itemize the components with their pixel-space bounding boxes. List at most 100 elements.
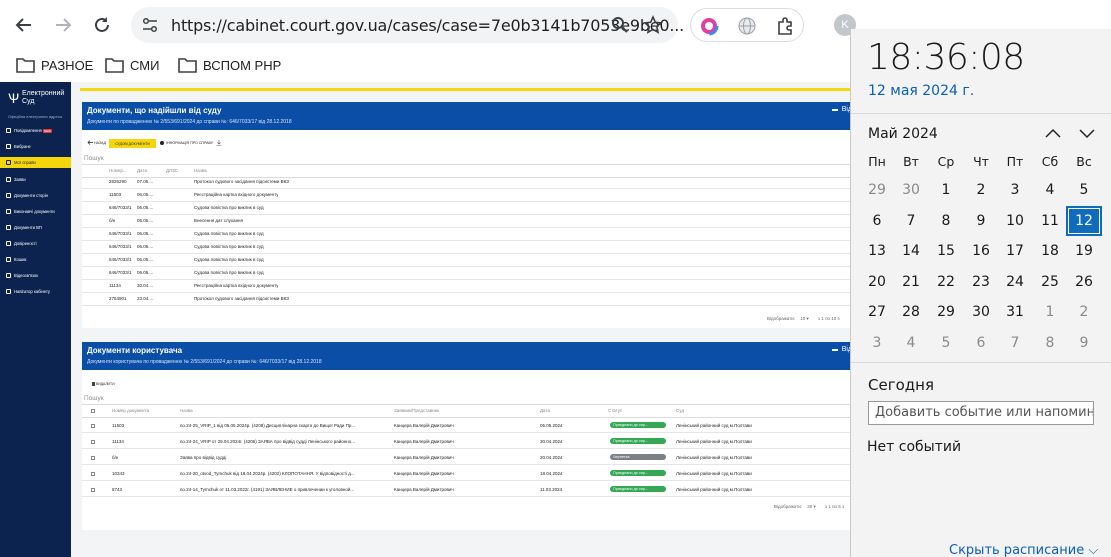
calendar-day[interactable]: 30 [894,176,928,204]
calendar-day[interactable]: 21 [894,268,928,296]
calendar-day[interactable]: 5 [929,329,963,357]
sidebar-item-notifications[interactable]: Повідомлення NEW [0,125,71,136]
table-row[interactable]: 2826290 07.05.... Протокол судового засіда… [82,179,852,189]
table-row[interactable]: 646/7033/1 06.05.... Судова повістка про в… [82,231,852,241]
url-text[interactable]: https://cabinet.court.gov.ua/cases/case=… [171,16,684,35]
calendar-day[interactable]: 1 [1033,298,1067,326]
calendar-day[interactable]: 20 [860,268,894,296]
calendar-day[interactable]: 7 [894,207,928,235]
calendar-day[interactable]: 17 [998,237,1032,265]
site-settings-icon[interactable] [142,17,158,33]
table-row[interactable]: б/н Заява про відвід судді Канцера Валерій… [82,454,852,465]
calendar-day[interactable]: 12 [1066,205,1102,236]
calendar-day[interactable]: 16 [964,237,998,265]
calendar-day[interactable]: 22 [929,268,963,296]
calendar-day[interactable]: 4 [1033,176,1067,204]
reload-button[interactable] [89,12,115,38]
download-icon[interactable] [216,140,222,146]
calendar-day[interactable]: 6 [860,207,894,235]
table-row[interactable]: 11503 по.24-25_VRIP_1 від 05.05.2024р. (4… [82,422,852,433]
sidebar-item-wallet[interactable]: Кошик [0,254,71,265]
search-input[interactable]: Пошук [84,395,104,402]
court-documents-button[interactable]: СУДОВІ ДОКУМЕНТИ [109,139,156,148]
calendar-day[interactable]: 31 [998,298,1032,326]
calendar-day[interactable]: 7 [998,329,1032,357]
calendar-day[interactable]: 26 [1067,268,1101,296]
table-row[interactable]: 646/7033/1 06.05.... Судова повістка про в… [82,244,852,254]
calendar-day[interactable]: 28 [894,298,928,326]
forward-button[interactable] [50,12,76,38]
bookmark-folder-vspom[interactable]: ВСПОМ РНР [178,57,281,73]
sidebar-item-navigator[interactable]: Навігатор кабінету [0,286,71,297]
row-checkbox[interactable] [91,456,95,460]
calendar-day[interactable]: 14 [894,237,928,265]
clock-date[interactable]: 12 мая 2024 г. [868,83,974,99]
calendar-day[interactable]: 24 [998,268,1032,296]
calendar-day[interactable]: 1 [929,176,963,204]
calendar-day[interactable]: 8 [1033,329,1067,357]
table-row[interactable]: 11134 по.24-24_VRIP от 29.04.2024г. (4206… [82,438,852,449]
calendar-day[interactable]: 19 [1067,237,1101,265]
calendar-day[interactable]: 9 [1067,329,1101,357]
back-button[interactable] [11,12,37,38]
row-checkbox[interactable] [91,440,95,444]
sidebar-item-applications[interactable]: Заяви [0,174,71,185]
zoom-icon[interactable] [611,16,629,34]
table-row[interactable]: 2764901 23.04.... Протокол судового засіда… [82,296,852,306]
sidebar-item-party-docs[interactable]: Документи сторін [0,190,71,201]
page-size-select[interactable]: 10 ▾ [800,316,809,321]
case-info-link[interactable]: ІНФОРМАЦІЯ ПРО СПРАВУ [160,141,213,145]
delete-button[interactable]: ВИДАЛИТИ [92,382,115,386]
calendar-day[interactable]: 2 [964,176,998,204]
sidebar-item-favorites[interactable]: Вибране [0,141,71,152]
sidebar-item-my-cases[interactable]: Мої справи [0,157,71,168]
add-event-input[interactable]: Добавить событие или напоминан [868,401,1094,425]
calendar-day[interactable]: 8 [929,207,963,235]
calendar-day[interactable]: 11 [1033,207,1067,235]
calendar-day[interactable]: 4 [894,329,928,357]
extensions-puzzle-icon[interactable] [775,16,795,36]
calendar-day[interactable]: 3 [998,176,1032,204]
globe-extension-icon[interactable] [737,16,757,36]
calendar-day[interactable]: 5 [1067,176,1101,204]
calendar-day[interactable]: 27 [860,298,894,326]
row-checkbox[interactable] [91,424,95,428]
address-bar[interactable]: https://cabinet.court.gov.ua/cases/case=… [131,7,684,43]
table-row[interactable]: б/н 06.05.... Внесення дат слухання [82,218,852,228]
page-size-select[interactable]: 20 ▾ [807,504,816,509]
calendar-day[interactable]: 9 [964,207,998,235]
sidebar-item-video[interactable]: Відеозв'язок [0,270,71,281]
sidebar-item-enforcement-docs[interactable]: Виконавчі документи [0,206,71,217]
search-input[interactable]: Пошук [84,155,104,162]
calendar-day[interactable]: 6 [964,329,998,357]
calendar-day[interactable]: 25 [1033,268,1067,296]
back-link[interactable]: НАЗАД [87,140,106,145]
view-toggle[interactable]: Від [831,346,852,353]
select-all-checkbox[interactable] [91,409,95,413]
bookmark-folder-smi[interactable]: СМИ [105,57,159,73]
calendar-day[interactable]: 3 [860,329,894,357]
table-row[interactable]: 11503 06.05.... Реєстраційна картка вхідно… [82,192,852,202]
row-checkbox[interactable] [91,472,95,476]
chevron-down-icon[interactable] [1078,125,1096,141]
calendar-day[interactable]: 29 [860,176,894,204]
table-row[interactable]: 10343 по.24-20_otvod_Tymchuk від 18.04.20… [82,470,852,481]
sidebar-item-vp-docs[interactable]: Документи ВП [0,222,71,233]
table-row[interactable]: 646/7033/1 06.05.... Судова повістка про в… [82,270,852,280]
calendar-day[interactable]: 15 [929,237,963,265]
view-toggle[interactable]: Від [831,106,852,113]
month-title[interactable]: Май 2024 [868,126,938,142]
calendar-day[interactable]: 18 [1033,237,1067,265]
bookmark-star-icon[interactable] [643,15,663,35]
calendar-day[interactable]: 29 [929,298,963,326]
hide-schedule-link[interactable]: Скрыть расписание ⌵ [949,543,1098,557]
calendar-day[interactable]: 23 [964,268,998,296]
table-row[interactable]: 646/7033/1 06.05.... Судова повістка про в… [82,205,852,215]
bookmark-folder-raznoe[interactable]: РАЗНОЕ [16,57,93,73]
calendar-day[interactable]: 10 [998,207,1032,235]
calendar-day[interactable]: 2 [1067,298,1101,326]
table-row[interactable]: 646/7033/1 06.05.... Судова повістка про в… [82,257,852,267]
calendar-day[interactable]: 13 [860,237,894,265]
chevron-up-icon[interactable] [1044,125,1062,141]
table-row[interactable]: 8743 по.24-14_Tymchuk от 11.03.2022г. (41… [82,486,852,497]
